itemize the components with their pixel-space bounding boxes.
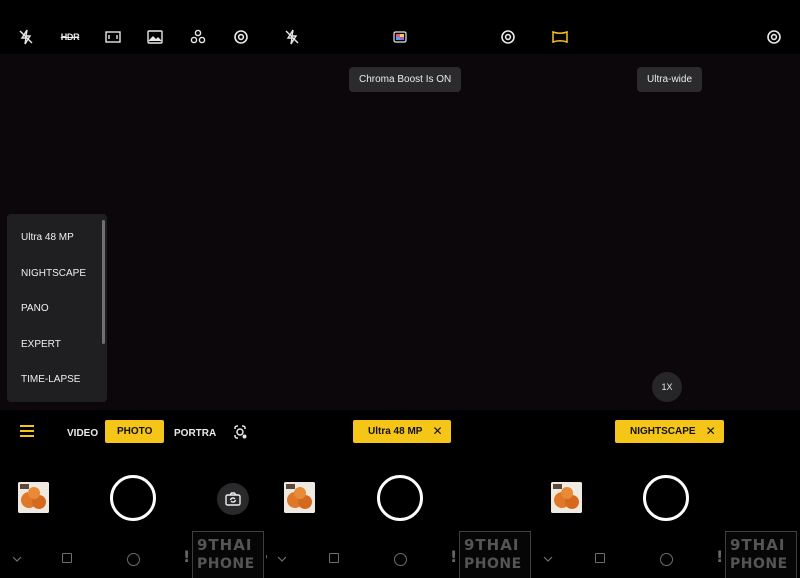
viewfinder[interactable] — [533, 54, 800, 410]
nav-back-icon[interactable] — [12, 553, 22, 563]
watermark-logo: ! 9THAI PHONE — [716, 531, 797, 578]
mode-item-ultra-48mp[interactable]: Ultra 48 MP — [21, 232, 74, 243]
mode-item-nightscape[interactable]: NIGHTSCAPE — [21, 268, 86, 279]
close-icon[interactable]: ✕ — [706, 420, 716, 443]
mode-chip-label: NIGHTSCAPE — [630, 426, 696, 437]
close-icon[interactable]: ✕ — [432, 420, 442, 443]
ultra-wide-icon[interactable] — [551, 28, 569, 46]
menu-icon[interactable] — [20, 425, 34, 437]
tab-video[interactable]: VIDEO — [67, 428, 98, 439]
nav-back-icon[interactable] — [277, 553, 287, 563]
ai-scene-icon[interactable] — [189, 28, 207, 46]
chroma-boost-icon[interactable] — [391, 28, 409, 46]
bottom-controls: NIGHTSCAPE ✕ ! 9THAI PHONE — [533, 410, 800, 578]
mode-chip-label: Ultra 48 MP — [368, 426, 423, 437]
gallery-thumbnail[interactable] — [284, 482, 315, 513]
menu-scrollbar[interactable] — [102, 220, 105, 344]
nav-recents-icon[interactable] — [595, 553, 605, 563]
gallery-thumbnail[interactable] — [18, 482, 49, 513]
tab-photo[interactable]: PHOTO — [105, 420, 165, 443]
mode-item-pano[interactable]: PANO — [21, 303, 49, 314]
filter-icon[interactable] — [146, 28, 164, 46]
nav-home-icon[interactable] — [660, 553, 673, 566]
google-lens-icon[interactable] — [232, 424, 248, 440]
nav-recents-icon[interactable] — [329, 553, 339, 563]
nav-recents-icon[interactable] — [62, 553, 72, 563]
hdr-icon[interactable]: HDR — [60, 28, 80, 46]
watermark-logo: ! 9THAI PHONE — [450, 531, 531, 578]
nav-back-icon[interactable] — [543, 553, 553, 563]
switch-camera-button[interactable] — [217, 483, 249, 515]
flash-off-icon[interactable] — [283, 28, 301, 46]
camera-panel-nightscape: Ultra-wide 1X NIGHTSCAPE ✕ ! 9THAI PHONE — [533, 0, 800, 578]
gallery-thumbnail[interactable] — [551, 482, 582, 513]
settings-icon[interactable] — [765, 28, 783, 46]
shutter-button[interactable] — [643, 475, 689, 521]
flash-off-icon[interactable] — [17, 28, 35, 46]
mode-item-time-lapse[interactable]: TIME-LAPSE — [21, 374, 80, 385]
more-modes-menu: Ultra 48 MP NIGHTSCAPE PANO EXPERT TIME-… — [7, 214, 107, 402]
watermark-logo: ! 9THAI PHONE — [183, 531, 267, 578]
nav-home-icon[interactable] — [127, 553, 140, 566]
hdr-label: HDR — [60, 32, 80, 42]
viewfinder[interactable] — [267, 54, 533, 410]
settings-icon[interactable] — [232, 28, 250, 46]
mode-item-expert[interactable]: EXPERT — [21, 339, 61, 350]
shutter-button[interactable] — [110, 475, 156, 521]
bottom-controls: Ultra 48 MP ✕ ! 9THAI PHONE — [267, 410, 533, 578]
tab-portrait[interactable]: PORTRAIT — [174, 428, 216, 439]
ratio-icon[interactable] — [104, 28, 122, 46]
top-toolbar: HDR — [0, 0, 267, 54]
camera-panel-photo-mode: HDR Ultra 48 MP NIGHTSCAPE PANO EXPERT T… — [0, 0, 267, 578]
zoom-button[interactable]: 1X — [652, 372, 682, 402]
switch-camera-icon — [225, 492, 241, 506]
top-toolbar — [533, 0, 800, 54]
mode-chip-ultra-48mp[interactable]: Ultra 48 MP ✕ — [353, 420, 451, 443]
nav-home-icon[interactable] — [394, 553, 407, 566]
chroma-boost-toast: Chroma Boost Is ON — [349, 67, 462, 92]
ultra-wide-toast: Ultra-wide — [637, 67, 703, 92]
bottom-controls: VIDEO PHOTO PORTRAIT ! 9THAI PHONE — [0, 410, 267, 578]
settings-icon[interactable] — [499, 28, 517, 46]
shutter-button[interactable] — [377, 475, 423, 521]
mode-chip-nightscape[interactable]: NIGHTSCAPE ✕ — [615, 420, 724, 443]
top-toolbar — [267, 0, 533, 54]
camera-panel-ultra-48mp: Chroma Boost Is ON Ultra 48 MP ✕ ! 9THAI… — [267, 0, 533, 578]
